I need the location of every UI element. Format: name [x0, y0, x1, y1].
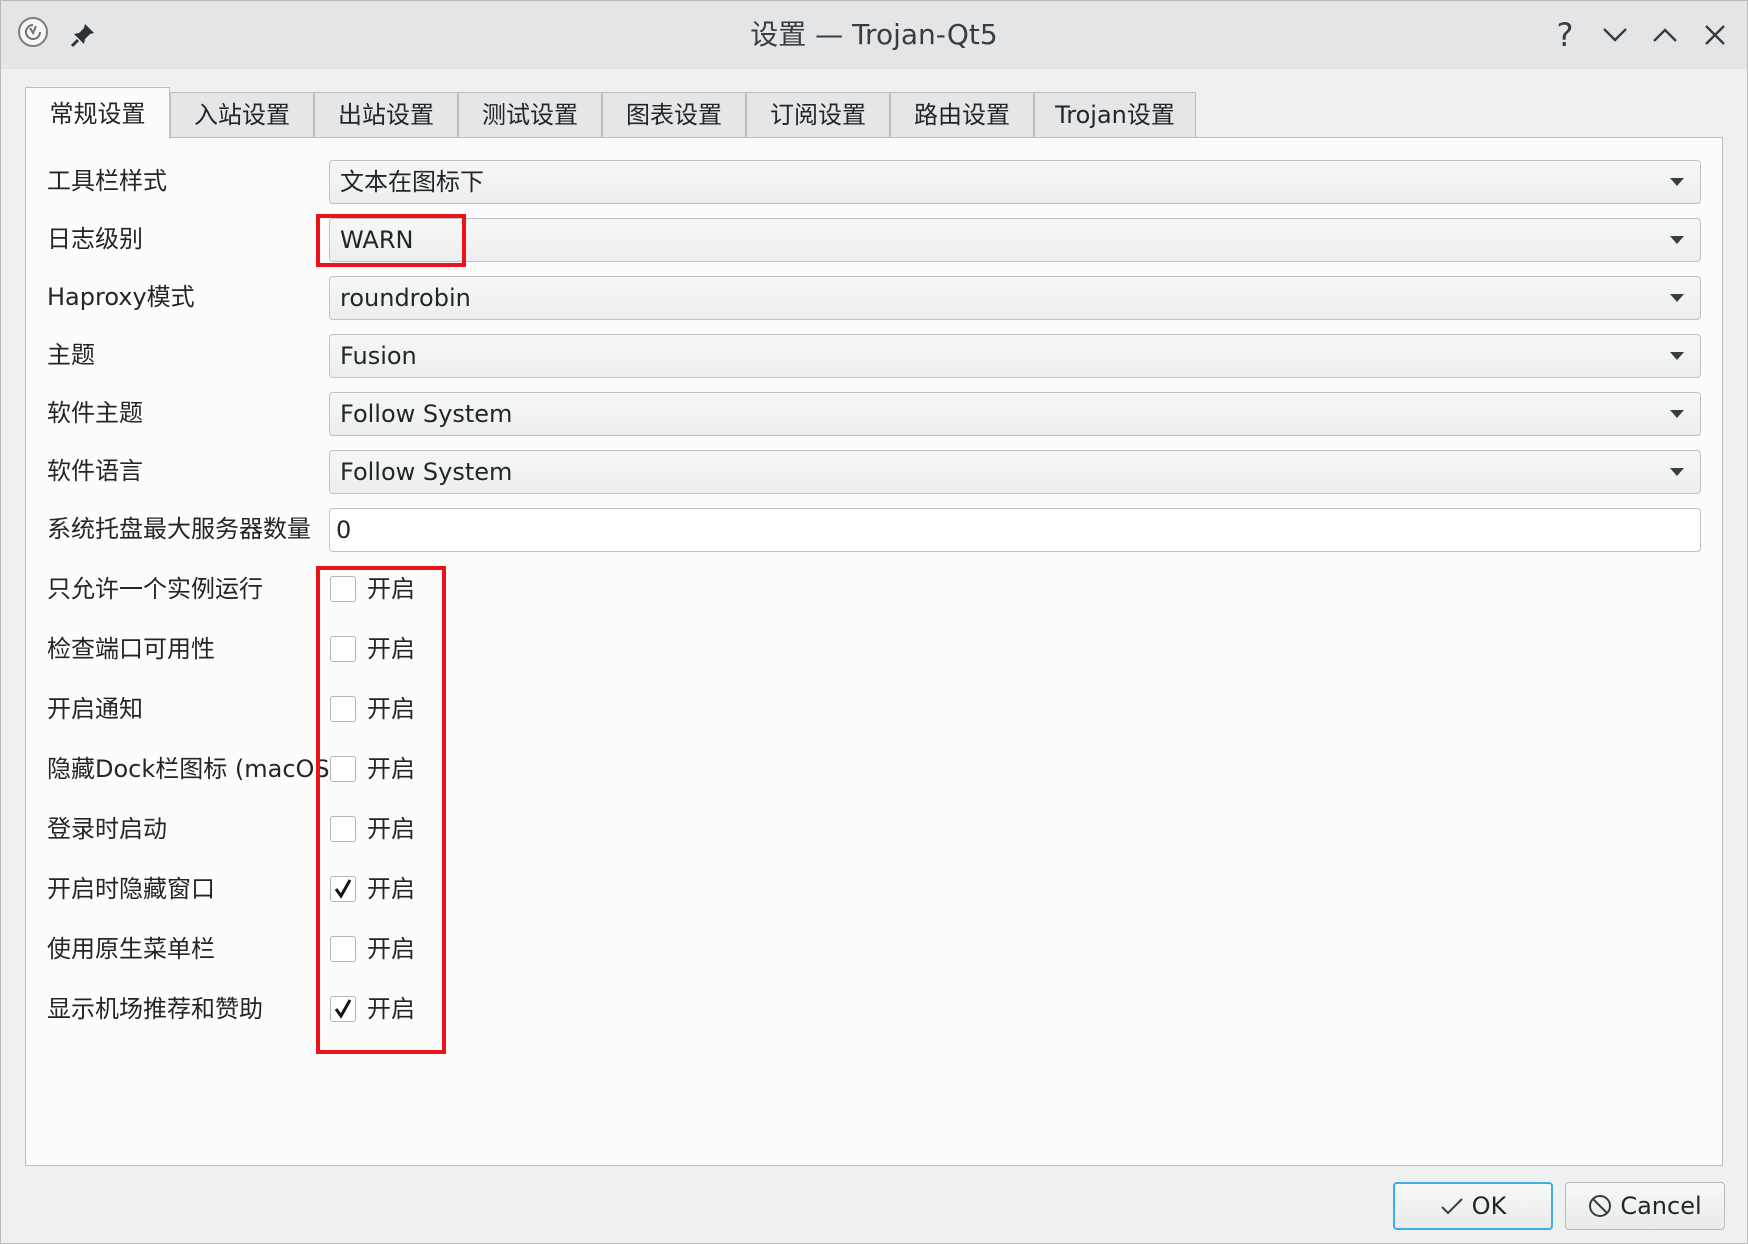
chevron-down-icon [1670, 178, 1684, 186]
software-theme-label: 软件主题 [47, 399, 143, 427]
haproxy-mode-combobox[interactable]: roundrobin [329, 276, 1701, 320]
tab-routing[interactable]: 路由设置 [890, 92, 1034, 138]
hide-window-on-start-checkbox[interactable] [330, 876, 356, 902]
app-icon[interactable] [18, 17, 48, 47]
toolbar-style-value: 文本在图标下 [340, 168, 484, 196]
maximize-button[interactable] [1645, 15, 1685, 55]
pin-icon[interactable] [69, 21, 97, 53]
cancel-icon [1589, 1195, 1612, 1217]
checkmark-icon [334, 879, 352, 899]
theme-combobox[interactable]: Fusion [329, 334, 1701, 378]
log-level-value: WARN [340, 226, 414, 254]
window-title: 设置 — Trojan-Qt5 [750, 18, 998, 51]
notifications-checkbox-label[interactable]: 开启 [367, 694, 415, 724]
ok-button[interactable]: OK [1393, 1182, 1553, 1230]
tab-inbound[interactable]: 入站设置 [170, 92, 314, 138]
launch-at-login-checkbox[interactable] [330, 816, 356, 842]
cancel-button[interactable]: Cancel [1565, 1182, 1725, 1230]
tab-outbound[interactable]: 出站设置 [314, 92, 458, 138]
check-icon [1440, 1198, 1463, 1215]
chevron-down-icon [1670, 236, 1684, 244]
chevron-down-icon [1670, 352, 1684, 360]
hide-dock-icon-checkbox[interactable] [330, 756, 356, 782]
help-button[interactable]: ? [1545, 15, 1585, 55]
check-port-checkbox[interactable] [330, 636, 356, 662]
launch-at-login-checkbox-label[interactable]: 开启 [367, 814, 415, 844]
tab-test[interactable]: 测试设置 [458, 92, 602, 138]
notifications-checkbox[interactable] [330, 696, 356, 722]
settings-dialog: 设置 — Trojan-Qt5 ? 常规设置 入站设置 出站设置 测试设置 图表… [0, 0, 1748, 1244]
software-language-value: Follow System [340, 458, 513, 486]
show-recommendations-checkbox[interactable] [330, 996, 356, 1022]
theme-label: 主题 [47, 341, 95, 369]
single-instance-label: 只允许一个实例运行 [47, 575, 263, 603]
software-theme-combobox[interactable]: Follow System [329, 392, 1701, 436]
toolbar-style-label: 工具栏样式 [47, 167, 167, 195]
launch-at-login-label: 登录时启动 [47, 815, 167, 843]
minimize-button[interactable] [1595, 15, 1635, 55]
single-instance-checkbox[interactable] [330, 576, 356, 602]
ok-button-label: OK [1471, 1192, 1507, 1220]
cancel-button-label: Cancel [1620, 1192, 1702, 1220]
tray-max-servers-field[interactable] [329, 508, 1701, 552]
theme-value: Fusion [340, 342, 417, 370]
close-button[interactable] [1695, 15, 1735, 55]
toolbar-style-combobox[interactable]: 文本在图标下 [329, 160, 1701, 204]
haproxy-mode-value: roundrobin [340, 284, 471, 312]
tray-max-servers-input[interactable] [336, 509, 1686, 551]
hide-window-on-start-label: 开启时隐藏窗口 [47, 875, 215, 903]
hide-window-on-start-checkbox-label[interactable]: 开启 [367, 874, 415, 904]
tray-max-servers-label: 系统托盘最大服务器数量 [47, 515, 311, 543]
title-bar: 设置 — Trojan-Qt5 ? [1, 1, 1747, 69]
software-theme-value: Follow System [340, 400, 513, 428]
hide-dock-icon-label: 隐藏Dock栏图标 (macOS) [47, 755, 340, 783]
log-level-combobox[interactable]: WARN [329, 218, 1701, 262]
show-recommendations-checkbox-label[interactable]: 开启 [367, 994, 415, 1024]
tab-subscription[interactable]: 订阅设置 [746, 92, 890, 138]
chevron-down-icon [1670, 410, 1684, 418]
show-recommendations-label: 显示机场推荐和赞助 [47, 995, 263, 1023]
check-port-checkbox-label[interactable]: 开启 [367, 634, 415, 664]
check-port-label: 检查端口可用性 [47, 635, 215, 663]
tab-general[interactable]: 常规设置 [25, 87, 170, 139]
software-language-label: 软件语言 [47, 457, 143, 485]
log-level-label: 日志级别 [47, 225, 143, 253]
tab-trojan[interactable]: Trojan设置 [1034, 92, 1196, 138]
native-menubar-checkbox-label[interactable]: 开启 [367, 934, 415, 964]
software-language-combobox[interactable]: Follow System [329, 450, 1701, 494]
native-menubar-label: 使用原生菜单栏 [47, 935, 215, 963]
native-menubar-checkbox[interactable] [330, 936, 356, 962]
haproxy-mode-label: Haproxy模式 [47, 283, 195, 311]
single-instance-checkbox-label[interactable]: 开启 [367, 574, 415, 604]
checkmark-icon [334, 999, 352, 1019]
notifications-label: 开启通知 [47, 695, 143, 723]
chevron-down-icon [1670, 294, 1684, 302]
chevron-down-icon [1670, 468, 1684, 476]
hide-dock-icon-checkbox-label[interactable]: 开启 [367, 754, 415, 784]
tab-chart[interactable]: 图表设置 [602, 92, 746, 138]
